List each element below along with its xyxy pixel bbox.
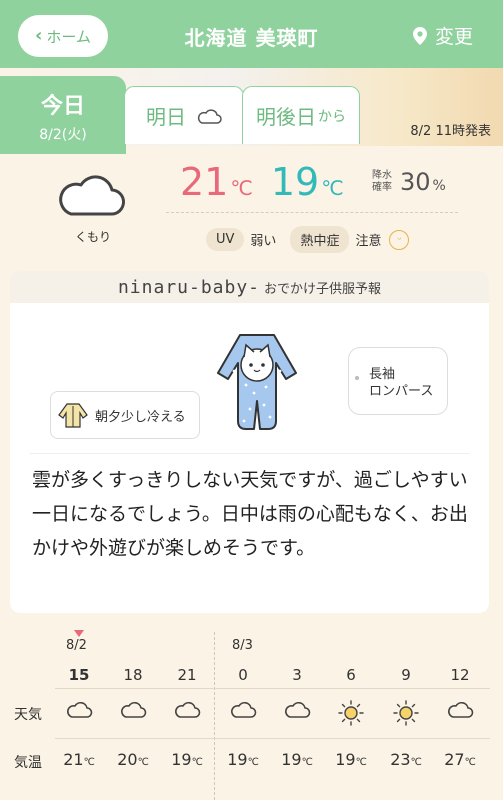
heat-badge: 熱中症 [290,226,350,253]
uv-heat-row: UV 弱い 熱中症 注意 ᵕ [206,226,410,253]
tab-today-date: 8/2(火) [39,127,87,143]
extra-clothing-label: 朝夕少し冷える [95,409,186,425]
cloud-icon [277,700,317,720]
cloud-icon [59,175,125,216]
tab-tomorrow-label: 明日 [146,105,186,129]
hour-label: 3 [292,666,302,684]
date-label-2: 8/3 [232,638,253,653]
cloud-icon [440,700,480,720]
kids-clothing-card: ninaru-baby- おでかけ子供服予報 長袖 ロンパース 朝夕少し冷える … [10,271,489,613]
precip-unit: % [432,178,446,194]
hourly-forecast: 8/2 8/3 天気 気温 15 21℃ 18 20℃ 21 19℃ 0 19℃ 3 19℃ 6 19… [0,630,503,800]
outfit-line1: 長袖 [369,367,396,382]
hour-temp: 27℃ [444,750,476,769]
hour-label: 12 [450,666,470,684]
extra-clothing-chip: 朝夕少し冷える [50,391,200,439]
brand-logo: ninaru-baby- [117,276,261,298]
cloud-icon [223,700,263,720]
uv-badge: UV [206,228,245,251]
hour-label: 0 [238,666,248,684]
tab-day-after[interactable]: 明後日 から [242,86,360,144]
uv-value: 弱い [250,234,277,249]
card-divider [30,453,469,454]
heat-value: 注意 [355,234,382,249]
date-label-1: 8/2 [66,638,87,653]
high-temp-unit: ℃ [230,176,253,200]
row-separator [55,738,490,739]
hour-temp: 19℃ [335,750,367,769]
hour-label: 15 [68,666,90,684]
tab-today-label: 今日 [40,94,85,119]
face-icon: ᵕ [389,229,410,250]
day-divider [214,632,215,800]
hour-temp: 21℃ [63,750,95,769]
header-bar: ‹ ホーム 北海道 美瑛町 変更 [0,0,503,68]
location-pin-icon [412,26,427,45]
hour-label: 21 [177,666,197,684]
temp-row-label: 気温 [14,755,42,771]
cloud-icon [167,700,207,720]
hour-label: 9 [401,666,411,684]
hour-label: 6 [346,666,356,684]
change-label: 変更 [434,26,473,48]
weather-row-label: 天気 [14,707,42,723]
hour-temp: 20℃ [117,750,149,769]
sun-icon [331,700,371,726]
tab-day-after-suffix: から [318,108,346,125]
cloud-icon [113,700,153,720]
precip-label-2: 確率 [372,182,392,193]
low-temp: 19 [270,160,320,204]
cardigan-icon [58,403,88,428]
forecast-description: 雲が多くすっきりしない天気ですが、過ごしやすい一日になるでしょう。日中は雨の心配… [32,469,468,559]
current-marker [74,630,84,637]
hour-temp: 23℃ [390,750,422,769]
weather-label: くもり [75,230,112,244]
divider [166,212,458,213]
precip-label: 降水 確率 [372,170,392,194]
card-header: ninaru-baby- おでかけ子供服予報 [10,271,489,303]
cloud-icon [59,700,99,720]
precip-label-1: 降水 [372,170,392,181]
sun-icon [386,700,426,726]
row-separator [55,688,490,689]
tab-today[interactable]: 今日 8/2(火) [0,76,126,154]
hour-temp: 19℃ [281,750,313,769]
precip-value: 30% [400,168,446,196]
cloud-icon [197,108,222,124]
high-temp: 21 [180,160,229,204]
outfit-bubble: 長袖 ロンパース [348,347,448,415]
change-location-button[interactable]: 変更 [412,22,473,49]
temperature-summary: 21 ℃ 19 ℃ [180,160,362,210]
romper-illustration [217,334,297,430]
card-subtitle: おでかけ子供服予報 [264,281,382,297]
tab-day-after-label: 明後日 [256,105,316,129]
hour-temp: 19℃ [171,750,203,769]
hour-label: 18 [123,666,143,684]
precip-number: 30 [400,168,431,196]
tab-tomorrow[interactable]: 明日 [124,86,244,144]
low-temp-unit: ℃ [321,176,344,200]
day-tabs: 今日 8/2(火) 明日 明後日 から 8/2 11時発表 [0,68,503,154]
hour-temp: 19℃ [227,750,259,769]
published-time: 8/2 11時発表 [410,124,491,139]
outfit-line2: ロンパース [369,384,434,399]
